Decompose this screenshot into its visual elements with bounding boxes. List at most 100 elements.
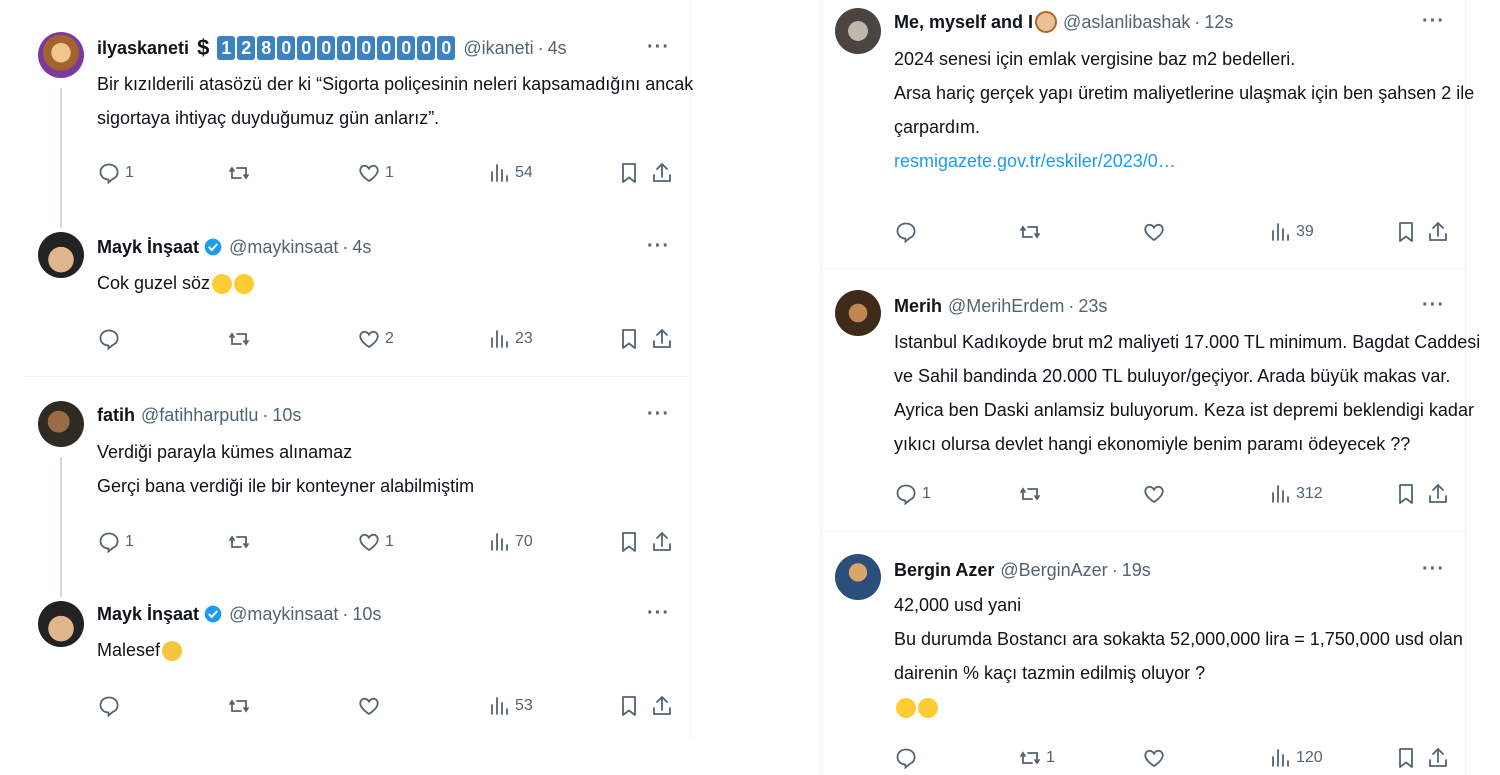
tweet-header: Mayk İnşaat @maykinsaat · 4s [97,236,372,258]
like-button[interactable]: 1 [357,527,394,557]
share-button[interactable] [650,691,674,721]
views-button[interactable]: 23 [487,324,533,354]
reply-button[interactable] [894,217,918,247]
retweet-button[interactable] [227,324,251,354]
like-button[interactable]: 2 [357,324,394,354]
bookmark-button[interactable] [617,691,641,721]
display-name[interactable]: Merih [894,296,942,317]
views-button[interactable]: 120 [1268,743,1323,773]
reply-count: 1 [922,485,931,502]
share-button[interactable] [650,324,674,354]
avatar[interactable] [38,232,84,278]
share-button[interactable] [1426,217,1450,247]
timestamp[interactable]: 10s [352,604,381,625]
avatar[interactable] [835,554,881,600]
reply-button[interactable] [894,743,918,773]
avatar[interactable] [835,290,881,336]
display-name[interactable]: ilyaskaneti [97,38,189,59]
more-icon[interactable]: ··· [1422,294,1445,317]
more-icon[interactable]: ··· [647,235,670,258]
retweet-button[interactable] [227,158,251,188]
timestamp[interactable]: 19s [1122,560,1151,581]
display-name[interactable]: Mayk İnşaat [97,604,199,625]
tweet-berginazer[interactable]: Bergin Azer @BerginAzer · 19s ··· 42,000… [821,532,1465,775]
bookmark-button[interactable] [1394,217,1418,247]
views-icon [1268,220,1292,244]
retweet-button[interactable] [1018,217,1042,247]
display-name[interactable]: Me, myself and I [894,12,1033,33]
like-button[interactable] [1142,479,1166,509]
like-count: 2 [385,330,394,347]
timestamp[interactable]: 4s [548,38,567,59]
view-count: 53 [515,697,533,714]
timestamp[interactable]: 4s [352,237,371,258]
retweet-icon [1018,746,1042,770]
like-icon [1142,482,1166,506]
handle[interactable]: @aslanlibashak [1063,12,1190,33]
retweet-button[interactable] [227,527,251,557]
avatar[interactable] [38,601,84,647]
bookmark-button[interactable] [617,158,641,188]
avatar[interactable] [38,32,84,78]
display-name[interactable]: Mayk İnşaat [97,237,199,258]
avatar[interactable] [835,8,881,54]
digit-badge: 0 [417,36,436,60]
tweet-text: 2024 senesi için emlak vergisine baz m2 … [894,42,1474,178]
views-button[interactable]: 54 [487,158,533,188]
handle[interactable]: @maykinsaat [229,604,338,625]
avatar[interactable] [38,401,84,447]
retweet-button[interactable] [1018,479,1042,509]
bookmark-button[interactable] [1394,743,1418,773]
reply-button[interactable] [97,324,121,354]
views-icon [487,327,511,351]
like-button[interactable]: 1 [357,158,394,188]
timestamp[interactable]: 23s [1078,296,1107,317]
bookmark-button[interactable] [1394,479,1418,509]
more-icon[interactable]: ··· [1422,558,1445,581]
display-name[interactable]: fatih [97,405,135,426]
handle[interactable]: @ikaneti [463,38,533,59]
tweet-text: Cok guzel söz [97,266,672,300]
handle[interactable]: @BerginAzer [1000,560,1107,581]
reply-button[interactable]: 1 [97,158,134,188]
handle[interactable]: @maykinsaat [229,237,338,258]
reply-button[interactable] [97,691,121,721]
timestamp[interactable]: 10s [272,405,301,426]
like-button[interactable] [1142,217,1166,247]
views-button[interactable]: 39 [1268,217,1314,247]
more-icon[interactable]: ··· [647,36,670,59]
tweet-maykinsaat-2[interactable]: Mayk İnşaat @maykinsaat · 10s ··· Malese… [24,597,690,740]
views-button[interactable]: 312 [1268,479,1323,509]
display-name[interactable]: Bergin Azer [894,560,994,581]
handle[interactable]: @MerihErdem [948,296,1064,317]
share-button[interactable] [1426,743,1450,773]
tweet-ilyaskaneti[interactable]: ilyaskaneti $ 128000000000 @ikaneti · 4s… [24,0,693,228]
reply-button[interactable]: 1 [97,527,134,557]
share-button[interactable] [1426,479,1450,509]
share-button[interactable] [650,158,674,188]
tweet-aslanlibashak[interactable]: Me, myself and I @aslanlibashak · 12s ··… [821,0,1474,268]
more-icon[interactable]: ··· [647,403,670,426]
share-button[interactable] [650,527,674,557]
tweet-fatih[interactable]: fatih @fatihharputlu · 10s ··· Verdiği p… [24,377,690,597]
like-button[interactable] [1142,743,1166,773]
tweet-text: Istanbul Kadıkoyde brut m2 maliyeti 17.0… [894,332,1481,454]
timestamp[interactable]: 12s [1204,12,1233,33]
handle[interactable]: @fatihharputlu [141,405,258,426]
more-icon[interactable]: ··· [1422,10,1445,33]
bookmark-icon [617,327,641,351]
tweet-merih[interactable]: Merih @MerihErdem · 23s ··· Istanbul Kad… [821,269,1481,531]
tweet-header: ilyaskaneti $ 128000000000 @ikaneti · 4s [97,35,567,60]
views-button[interactable]: 70 [487,527,533,557]
digit-badge: 0 [357,36,376,60]
retweet-button[interactable] [227,691,251,721]
tweet-link[interactable]: resmigazete.gov.tr/eskiler/2023/0… [894,144,1447,178]
views-button[interactable]: 53 [487,691,533,721]
reply-button[interactable]: 1 [894,479,931,509]
like-button[interactable] [357,691,381,721]
bookmark-button[interactable] [617,527,641,557]
tweet-maykinsaat-1[interactable]: Mayk İnşaat @maykinsaat · 4s ··· Cok guz… [24,228,690,373]
more-icon[interactable]: ··· [647,602,670,625]
bookmark-button[interactable] [617,324,641,354]
retweet-button[interactable]: 1 [1018,743,1055,773]
